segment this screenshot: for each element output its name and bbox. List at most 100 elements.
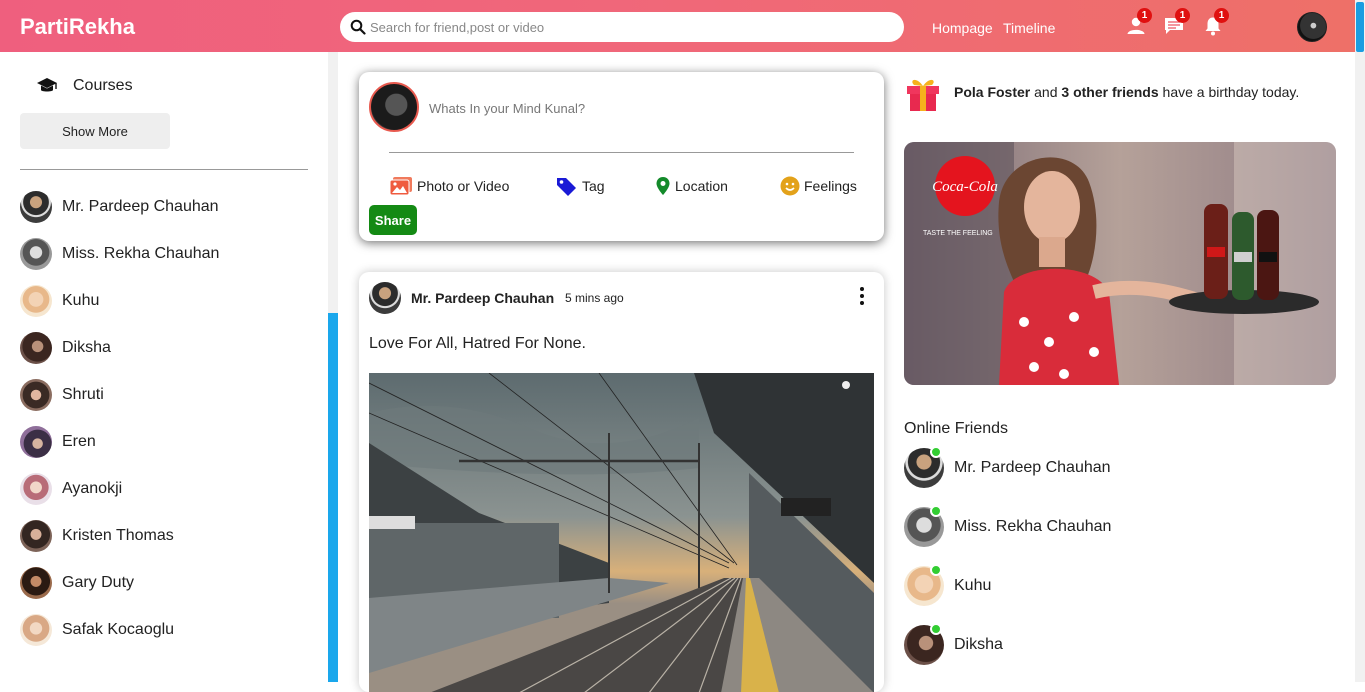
sidebar-divider <box>20 169 308 170</box>
online-friends-title: Online Friends <box>904 420 1009 437</box>
friend-list-item[interactable]: Shruti <box>20 379 104 411</box>
sidebar-item-label: Courses <box>73 77 133 94</box>
friend-requests-badge: 1 <box>1137 8 1152 23</box>
birthday-notice: Pola Foster and 3 other friends have a b… <box>904 72 1299 112</box>
photo-icon <box>389 177 412 196</box>
page-scrollbar[interactable] <box>1355 0 1365 682</box>
composer-avatar <box>369 82 419 132</box>
friend-list-item[interactable]: Gary Duty <box>20 567 134 599</box>
search-icon <box>350 19 366 35</box>
option-label: Feelings <box>804 178 857 194</box>
tag-icon <box>557 178 576 196</box>
avatar <box>20 238 52 270</box>
sidebar-scrollbar[interactable] <box>328 52 338 682</box>
friend-list-item[interactable]: Mr. Pardeep Chauhan <box>20 191 219 223</box>
avatar <box>20 285 52 317</box>
friend-list-item[interactable]: Ayanokji <box>20 473 122 505</box>
friend-list-item[interactable]: Eren <box>20 426 96 458</box>
friend-name: Shruti <box>62 386 104 403</box>
smiley-icon <box>780 176 800 196</box>
ad-image: Coca-Cola TASTE THE FEELING <box>904 142 1336 385</box>
online-friend-name: Mr. Pardeep Chauhan <box>954 459 1111 476</box>
birthday-others[interactable]: 3 other friends <box>1061 84 1158 100</box>
avatar <box>20 520 52 552</box>
friend-name: Mr. Pardeep Chauhan <box>62 198 219 215</box>
tag-option[interactable]: Tag <box>556 176 605 196</box>
online-status-dot <box>930 564 942 576</box>
friend-name: Gary Duty <box>62 574 135 591</box>
avatar <box>20 426 52 458</box>
sidebar-scrollbar-thumb[interactable] <box>328 313 338 682</box>
post-timestamp: 5 mins ago <box>565 291 624 305</box>
left-sidebar: Courses Show More Mr. Pardeep Chauhan Mi… <box>0 52 328 682</box>
avatar <box>20 332 52 364</box>
friend-name: Kuhu <box>62 292 100 309</box>
option-label: Photo or Video <box>417 178 510 194</box>
online-friend-item[interactable]: Diksha <box>904 623 1003 665</box>
option-label: Location <box>675 178 728 194</box>
online-friend-item[interactable]: Kuhu <box>904 564 992 606</box>
share-button[interactable]: Share <box>369 205 417 235</box>
friend-name: Diksha <box>62 339 111 356</box>
notifications-button[interactable]: 1 <box>1202 8 1229 37</box>
post-text: Love For All, Hatred For None. <box>369 335 586 352</box>
nav-link-timeline[interactable]: Timeline <box>1003 20 1055 36</box>
online-friend-name: Diksha <box>954 636 1003 653</box>
avatar <box>20 379 52 411</box>
avatar <box>20 473 52 505</box>
location-option[interactable]: Location <box>655 176 728 196</box>
post-author-name[interactable]: Mr. Pardeep Chauhan <box>411 290 554 306</box>
advertisement-banner[interactable]: Coca-Cola TASTE THE FEELING <box>904 142 1336 385</box>
top-bar: PartiRekha Hompage Timeline 1 1 1 <box>0 0 1355 52</box>
friend-list-item[interactable]: Safak Kocaoglu <box>20 614 174 646</box>
composer-divider <box>389 152 854 153</box>
status-input[interactable] <box>429 98 849 118</box>
avatar <box>20 567 52 599</box>
avatar <box>20 614 52 646</box>
post-author-avatar[interactable] <box>369 282 401 314</box>
birthday-text[interactable]: Pola Foster and 3 other friends have a b… <box>954 84 1299 100</box>
online-friend-name: Miss. Rekha Chauhan <box>954 518 1112 535</box>
search-input[interactable] <box>370 18 890 36</box>
avatar <box>20 191 52 223</box>
location-pin-icon <box>656 177 670 195</box>
online-friend-item[interactable]: Miss. Rekha Chauhan <box>904 505 1112 547</box>
sidebar-item-courses[interactable]: Courses <box>36 76 133 96</box>
post-image[interactable] <box>369 373 874 692</box>
feelings-option[interactable]: Feelings <box>780 176 857 196</box>
online-friend-item[interactable]: Mr. Pardeep Chauhan <box>904 446 1111 488</box>
friend-name: Eren <box>62 433 96 450</box>
post-card: Mr. Pardeep Chauhan 5 mins ago Love For … <box>359 272 884 692</box>
graduation-cap-icon <box>37 78 57 92</box>
friend-list-item[interactable]: Kuhu <box>20 285 99 317</box>
friend-name: Safak Kocaoglu <box>62 621 175 638</box>
birthday-name[interactable]: Pola Foster <box>954 84 1030 100</box>
page-scrollbar-thumb[interactable] <box>1356 2 1364 52</box>
search-bar[interactable] <box>340 12 904 42</box>
show-more-button[interactable]: Show More <box>20 113 170 149</box>
friend-name: Miss. Rekha Chauhan <box>62 245 220 262</box>
online-status-dot <box>930 446 942 458</box>
messages-badge: 1 <box>1175 8 1190 23</box>
option-label: Tag <box>582 178 605 194</box>
friend-name: Kristen Thomas <box>62 527 174 544</box>
nav-link-homepage[interactable]: Hompage <box>932 20 993 36</box>
post-composer: Photo or Video Tag Location Feelings Sha… <box>359 72 884 241</box>
friend-list-item[interactable]: Miss. Rekha Chauhan <box>20 238 219 270</box>
app-logo[interactable]: PartiRekha <box>20 14 135 40</box>
ad-brand: Coca-Cola <box>932 179 998 195</box>
ad-tagline: TASTE THE FEELING <box>923 230 993 237</box>
friend-requests-button[interactable]: 1 <box>1125 8 1152 37</box>
friend-name: Ayanokji <box>62 480 123 497</box>
profile-avatar[interactable] <box>1297 12 1327 42</box>
gift-icon <box>907 79 939 111</box>
online-status-dot <box>930 623 942 635</box>
online-status-dot <box>930 505 942 517</box>
online-friend-name: Kuhu <box>954 577 992 594</box>
friend-list-item[interactable]: Kristen Thomas <box>20 520 174 552</box>
messages-button[interactable]: 1 <box>1163 8 1190 37</box>
more-options-icon[interactable] <box>855 286 869 306</box>
friend-list-item[interactable]: Diksha <box>20 332 111 364</box>
photo-video-option[interactable]: Photo or Video <box>389 176 509 196</box>
notifications-badge: 1 <box>1214 8 1229 23</box>
